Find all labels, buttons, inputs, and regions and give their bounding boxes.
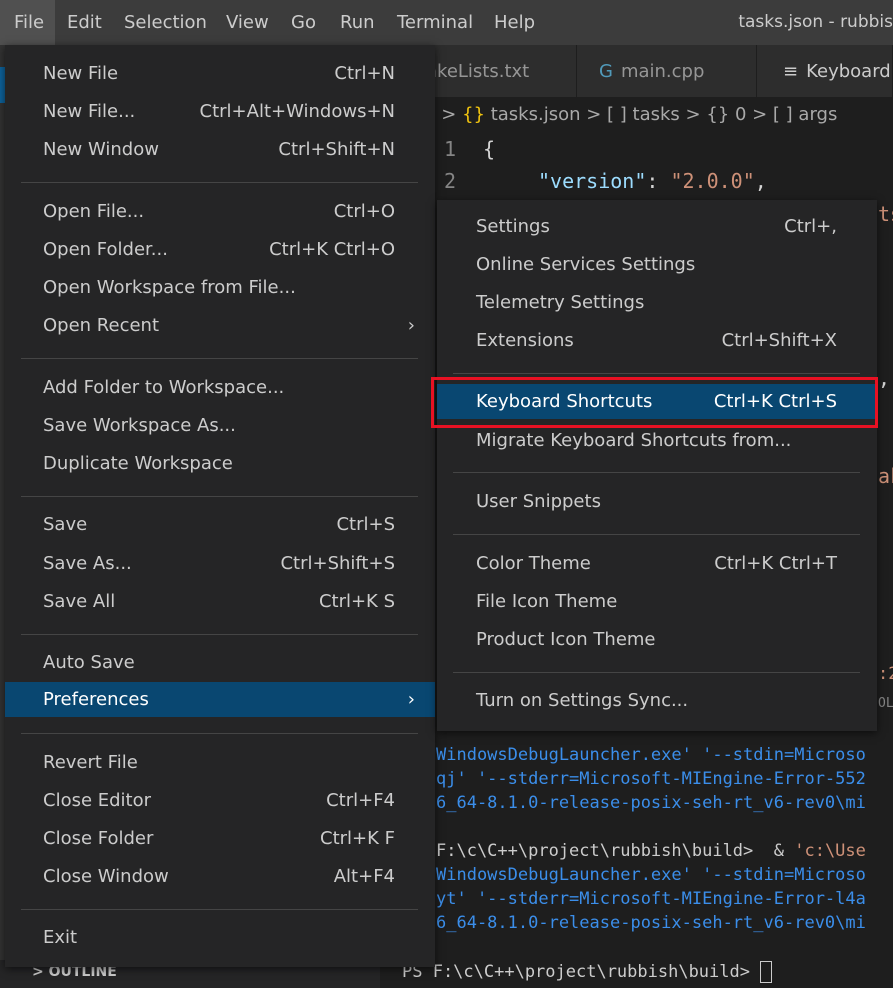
terminal-prompt: PS F:\c\C++\project\rubbish\build> [402,961,773,983]
menu-item-color-theme[interactable]: Color Theme Ctrl+K Ctrl+T [437,545,877,583]
menu-separator [21,182,418,183]
menu-item-revert-file[interactable]: Revert File [5,744,435,782]
menu-bar: File Edit Selection View Go Run Terminal… [0,0,893,45]
menu-item-new-window[interactable]: New Window Ctrl+Shift+N [5,131,435,169]
tab-label: akeLists.txt [426,61,530,82]
json-key: "version" [538,169,647,193]
menu-item-save[interactable]: Save Ctrl+S [5,506,435,544]
menu-item-product-icon-theme[interactable]: Product Icon Theme [437,621,877,659]
code-fragment: , [878,366,891,390]
code-fragment: ak [878,464,893,488]
code-line: { [483,137,496,161]
menu-help[interactable]: Help [494,0,535,45]
menu-terminal[interactable]: Terminal [397,0,473,45]
breadcrumb-file[interactable]: tasks.json [491,104,581,125]
menu-file[interactable]: File [0,0,55,45]
menu-item-new-file[interactable]: New File Ctrl+N [5,55,435,93]
menu-item-extensions[interactable]: Extensions Ctrl+Shift+X [437,322,877,360]
menu-item-open-recent[interactable]: Open Recent › [5,307,435,345]
menu-item-save-workspace-as[interactable]: Save Workspace As... [5,407,435,445]
menu-separator [21,358,418,359]
highlight-annotation-box [431,377,878,428]
menu-item-preferences[interactable]: Preferences › [5,682,435,717]
menu-item-save-all[interactable]: Save All Ctrl+K S [5,583,435,621]
terminal-line: WindowsDebugLauncher.exe' '--stdin=Micro… [436,745,866,765]
chevron-right-icon: › [407,315,415,336]
menu-selection[interactable]: Selection [124,0,207,45]
tab-keyboard[interactable]: ≡ Keyboard [757,45,893,97]
tab-label: main.cpp [620,61,705,82]
file-menu-dropdown: New File Ctrl+N New File... Ctrl+Alt+Windo… [5,45,435,967]
menu-run[interactable]: Run [340,0,375,45]
menu-separator [453,373,860,374]
terminal-line: F:\c\C++\project\rubbish\build> & 'c:\Us… [436,841,866,861]
terminal-line: qj' '--stderr=Microsoft-MIEngine-Error-5… [436,769,866,789]
menu-item-duplicate-workspace[interactable]: Duplicate Workspace [5,445,435,483]
json-braces-icon: {} [462,104,485,125]
menu-item-new-file-dialog[interactable]: New File... Ctrl+Alt+Windows+N [5,93,435,131]
terminal-line: 6_64-8.1.0-release-posix-seh-rt_v6-rev0\… [436,793,866,813]
editor-tab-bar: akeLists.txt Gmain.cpp ≡ Keyboard [380,45,893,97]
breadcrumb-path[interactable]: [ ] tasks > {} 0 > [ ] args [607,104,837,125]
menu-separator [21,733,418,734]
menu-separator [453,472,860,473]
menu-separator [453,672,860,673]
menu-item-file-icon-theme[interactable]: File Icon Theme [437,583,877,621]
code-fragment: ts [878,202,893,226]
panel-tab-fragment: OLE [878,696,893,711]
menu-item-online-services-settings[interactable]: Online Services Settings [437,246,877,284]
json-value: "2.0.0" [670,169,755,193]
menu-item-exit[interactable]: Exit [5,919,435,957]
code-line: "version": "2.0.0", [538,169,767,193]
cpp-file-icon: G [599,61,613,82]
menu-separator [21,496,418,497]
window-title: tasks.json - rubbis [738,12,893,32]
menu-item-telemetry-settings[interactable]: Telemetry Settings [437,284,877,322]
menu-item-settings[interactable]: Settings Ctrl+, [437,208,877,246]
terminal-line: yt' '--stderr=Microsoft-MIEngine-Error-l… [436,889,866,909]
menu-item-close-folder[interactable]: Close Folder Ctrl+K F [5,820,435,858]
terminal-cursor [760,961,773,983]
menu-view[interactable]: View [226,0,269,45]
tab-label: Keyboard [806,61,891,82]
line-number: 1 [443,137,456,161]
menu-item-close-editor[interactable]: Close Editor Ctrl+F4 [5,782,435,820]
menu-edit[interactable]: Edit [67,0,102,45]
menu-item-open-folder[interactable]: Open Folder... Ctrl+K Ctrl+O [5,231,435,269]
list-icon: ≡ [783,61,799,82]
menu-item-settings-sync[interactable]: Turn on Settings Sync... [437,682,877,720]
terminal-line: 6_64-8.1.0-release-posix-seh-rt_v6-rev0\… [436,913,866,933]
chevron-right-icon: › [407,689,415,710]
menu-go[interactable]: Go [291,0,316,45]
code-fragment: :2 [878,664,893,684]
tab-main-cpp[interactable]: Gmain.cpp [577,45,757,97]
menu-separator [21,634,418,635]
menu-item-save-as[interactable]: Save As... Ctrl+Shift+S [5,545,435,583]
menu-item-auto-save[interactable]: Auto Save [5,644,435,682]
menu-item-close-window[interactable]: Close Window Alt+F4 [5,858,435,896]
menu-item-add-folder[interactable]: Add Folder to Workspace... [5,369,435,407]
preferences-submenu: Settings Ctrl+, Online Services Settings … [437,200,877,731]
terminal-line: WindowsDebugLauncher.exe' '--stdin=Micro… [436,865,866,885]
menu-separator [453,534,860,535]
terminal-panel[interactable]: WindowsDebugLauncher.exe' '--stdin=Micro… [380,730,893,988]
menu-separator [21,909,418,910]
breadcrumb: ode > {} tasks.json > [ ] tasks > {} 0 >… [380,97,893,133]
json-colon: : [646,169,671,193]
menu-item-open-file[interactable]: Open File... Ctrl+O [5,193,435,231]
menu-item-open-workspace[interactable]: Open Workspace from File... [5,269,435,307]
json-comma: , [754,169,767,193]
line-number: 2 [443,169,456,193]
menu-item-user-snippets[interactable]: User Snippets [437,483,877,521]
